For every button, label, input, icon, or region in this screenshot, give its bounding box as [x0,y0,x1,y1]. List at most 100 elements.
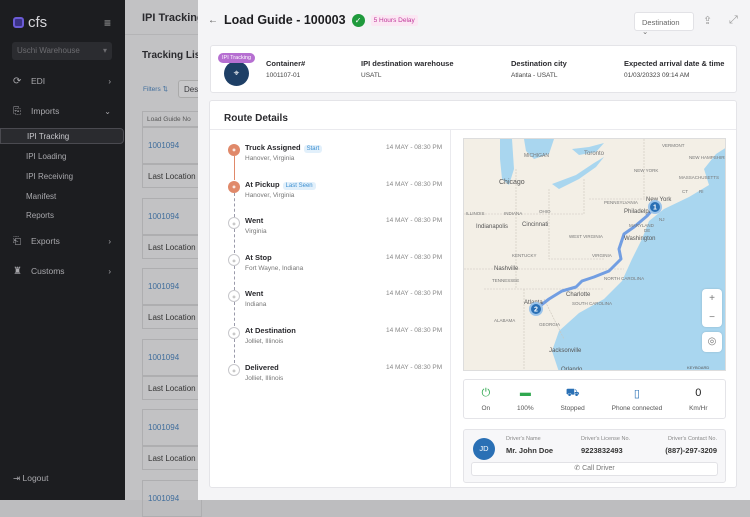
step-time: 14 MAY - 08:30 PM [386,180,443,188]
info-label: Destination city [511,59,567,68]
nav-ipi-receiving[interactable]: IPI Receiving [0,168,124,184]
map-label: Orlando [561,367,583,371]
map-label: Charlotte [566,292,591,298]
info-label: Expected arrival date & time [624,59,725,68]
nav-imports[interactable]: ⎘ Imports ⌄ [0,103,125,119]
info-value: Atlanta - USATL [511,72,558,79]
load-guide-link[interactable]: 1001094 [142,409,202,446]
zoom-in-button[interactable]: + [702,289,722,308]
step-location: Hanover, Virginia [245,191,295,199]
zoom-out-button[interactable]: − [702,308,722,327]
marker-destination[interactable]: 2 [529,302,543,316]
driver-card: JD Driver's Name Mr. John Doe Driver's L… [463,429,726,483]
driver-contact-label: Driver's Contact No. [667,436,717,442]
delay-badge: 5 Hours Delay [370,14,418,26]
back-arrow-icon[interactable]: ← [208,15,218,26]
info-city: Destination city Atlanta - USATL [511,59,567,79]
lake-erie-ontario [552,143,604,189]
step-time: 14 MAY - 08:30 PM [386,217,443,225]
nav-manifest[interactable]: Manifest [0,188,124,204]
map-label: NEW YORK [634,168,658,173]
load-guide-drawer: ← Load Guide - 100003 ✓ 5 Hours Delay De… [198,0,750,500]
locate-icon[interactable]: ◎ [702,332,722,352]
route-map[interactable]: MICHIGAN Toronto VERMONT NEW HAMPSHIRE NEW Y… [463,138,726,371]
map-label: WEST VIRGINIA [569,234,603,239]
map-label: VERMONT [662,143,685,148]
chevron-right-icon: › [108,76,111,86]
info-eta: Expected arrival date & time 01/03/20323 … [624,59,724,79]
chevron-right-icon: › [108,236,111,246]
load-guide-link[interactable]: 1001094 [142,479,202,517]
step-location: Fort Wayne, Indiana [245,264,304,272]
status-speed: 0 Km/Hr [689,387,707,412]
warehouse-select[interactable]: Uschi Warehouse ▾ [12,42,112,60]
map-label: NEW HAMPSHIRE [689,155,726,160]
call-driver-label: Call Driver [582,465,615,472]
step-time: 14 MAY - 08:30 PM [386,144,443,151]
info-value: 01/03/20323 09:14 AM [624,72,690,79]
nav-label: Imports [31,106,60,116]
destination-select[interactable]: Destination ⌄ [634,12,694,36]
column-header: Load Guide No [142,111,202,127]
status-phone: ▯ Phone connected [612,387,663,412]
nav-exports[interactable]: ⎗ Exports › [0,233,125,249]
timeline-step: ◉ At Destination Jolliet, Illinois 14 MAY -… [220,323,450,363]
map-label: KEYBOARD [687,365,709,370]
list-title: Tracking List [142,50,204,61]
status-label: 100% [517,404,534,412]
map-label: MARYLAND [629,223,655,228]
timeline-step: ◉ At Stop Fort Wayne, Indiana 14 MAY - 08:3… [220,250,450,290]
map-label: Cincinnati [522,222,548,228]
menu-toggle-icon[interactable]: ≡ [104,16,111,30]
map-label: Toronto [584,151,605,157]
nav-customs[interactable]: ♜ Customs › [0,263,125,279]
tracking-target-icon: ⌖ [224,61,249,86]
nav-label: Exports [31,236,60,246]
map-label: Washington [624,236,655,242]
load-guide-link[interactable]: 1001094 [142,127,202,164]
step-name: Went [245,289,264,299]
ipi-tracking-badge: IPI Tracking [218,53,256,63]
nav-edi[interactable]: ⟳ EDI › [0,73,125,89]
filters-link[interactable]: Filters ⇅ [143,85,168,93]
nav-ipi-tracking[interactable]: IPI Tracking [0,128,124,144]
nav-label: Customs [31,266,65,276]
map-label: DE [644,228,650,233]
map-label: Jacksonville [549,348,582,354]
load-guide-link[interactable]: 1001094 [142,268,202,305]
chevron-down-icon: ⌄ [642,27,649,36]
info-value: 1001107-01 [266,72,301,79]
nav-ipi-loading[interactable]: IPI Loading [0,148,124,164]
map-label: ILLINOIS [466,211,485,216]
logo-icon [13,17,24,28]
marker-origin[interactable]: 1 [648,200,662,214]
timeline-step: ◉ Went Indiana 14 MAY - 08:30 PM [220,286,450,327]
info-container: Container# 1001107-01 [266,59,305,79]
step-time: 14 MAY - 08:30 PM [386,290,443,298]
info-warehouse: IPI destination warehouse USATL [361,59,454,79]
map-canvas[interactable]: MICHIGAN Toronto VERMONT NEW HAMPSHIRE NEW Y… [464,139,726,371]
map-label: PENNSYLVANIA [604,200,638,205]
info-label: Container# [266,59,306,68]
page-title: IPI Tracking [142,12,204,24]
marker-label: 1 [653,205,657,212]
logout-button[interactable]: ⇥ Logout [13,473,48,484]
status-label: Phone connected [611,404,663,412]
nav-reports[interactable]: Reports [0,207,124,223]
info-label: IPI destination warehouse [361,59,454,68]
load-guide-link[interactable]: 1001094 [142,197,202,235]
load-guide-link[interactable]: 1001094 [142,338,202,376]
call-driver-button[interactable]: ✆ Call Driver [471,462,718,476]
last-location-cell: Last Location [142,164,202,188]
map-zoom-control: + − [702,289,722,327]
share-icon[interactable]: ⇪ [703,14,712,27]
route-details-card: Route Details ◉ Truck Assigned Start Hanove… [209,100,737,488]
filters-label: Filters [143,86,161,93]
divider [450,129,451,487]
map-label: ALABAMA [494,318,515,323]
truck-step-icon: ◉ [228,253,240,266]
expand-icon[interactable]: ⤢ [729,14,738,27]
phone-icon: ▯ [633,387,640,400]
step-location: Jolliet, Illinois [245,338,284,345]
truck-step-icon: ◉ [228,327,240,339]
